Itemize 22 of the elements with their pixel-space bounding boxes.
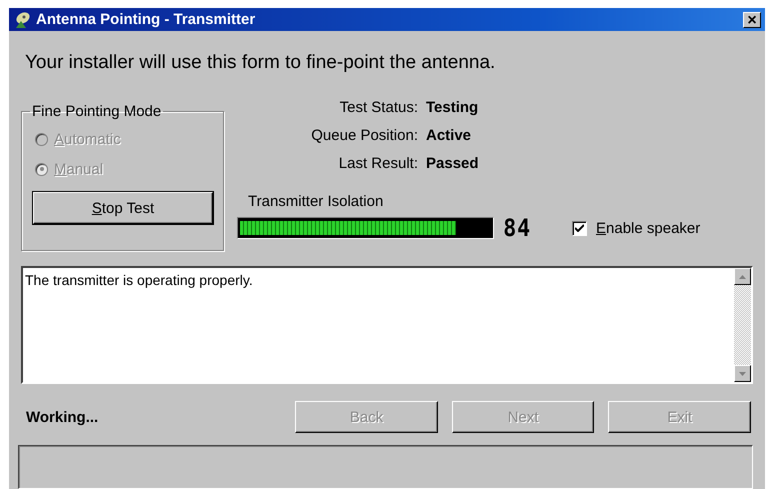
status-text: Working...: [26, 408, 100, 426]
field-label: Queue Position:: [310, 127, 418, 144]
close-button[interactable]: ×: [743, 12, 761, 28]
message-text: The transmitter is operating properly.: [24, 271, 254, 290]
meter-reading: 84: [503, 214, 532, 242]
window-title: Antenna Pointing - Transmitter: [36, 11, 256, 28]
field-value: Testing: [426, 99, 480, 116]
scrollbar[interactable]: [734, 268, 751, 382]
scroll-down-icon[interactable]: [734, 365, 751, 382]
group-title: Fine Pointing Mode: [31, 103, 162, 120]
satellite-dish-icon: [13, 10, 31, 28]
field-label: Test Status:: [338, 99, 418, 116]
stop-test-button[interactable]: Stop Test: [33, 192, 213, 224]
field-value: Passed: [426, 155, 480, 172]
check-icon: [575, 224, 584, 232]
meter-label: Transmitter Isolation: [248, 193, 384, 210]
checkbox-label[interactable]: Enable speaker: [596, 220, 700, 236]
speaker-checkbox[interactable]: [572, 220, 587, 236]
field-label: Last Result:: [338, 155, 418, 172]
field-value: Active: [426, 127, 472, 144]
intro-text: Your installer will use this form to fine-point the antenna.: [25, 52, 496, 75]
scroll-up-icon[interactable]: [734, 268, 751, 285]
